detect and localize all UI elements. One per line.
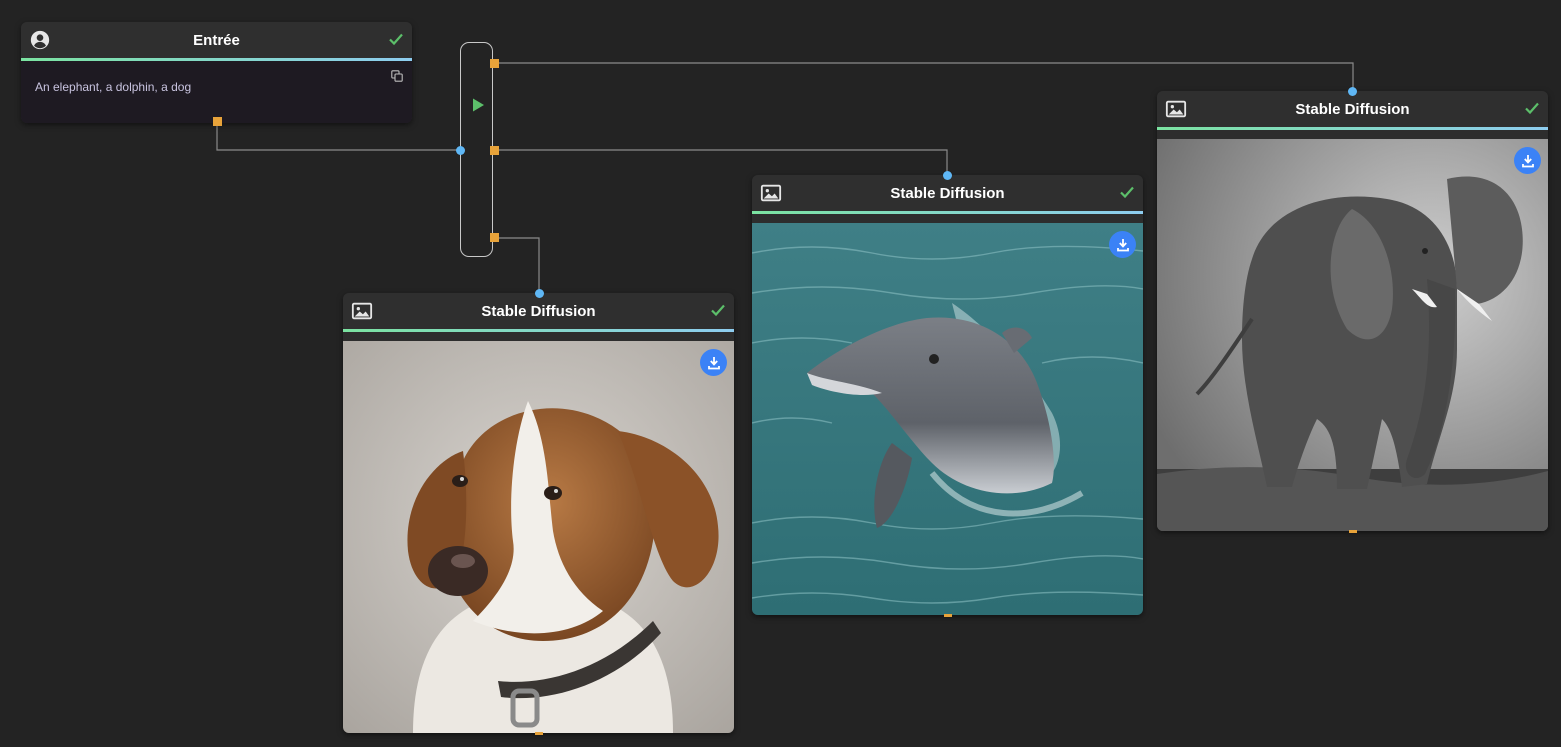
input-node-header[interactable]: Entrée xyxy=(21,22,412,61)
wire-input-to-splitter xyxy=(216,126,461,151)
generator-title: Stable Diffusion xyxy=(481,302,596,320)
generator-node-dolphin[interactable]: Stable Diffusion xyxy=(752,175,1143,615)
generator-title: Stable Diffusion xyxy=(890,184,1005,202)
dolphin-input-port[interactable] xyxy=(943,171,952,180)
input-output-port[interactable] xyxy=(213,117,222,126)
image-icon xyxy=(1165,100,1187,118)
check-icon xyxy=(389,33,403,46)
download-icon xyxy=(707,356,720,369)
dog-image xyxy=(343,341,734,733)
wire-splitter-to-elephant xyxy=(494,62,1354,91)
wire-splitter-to-dolphin xyxy=(494,149,948,175)
image-icon xyxy=(351,302,373,320)
generator-node-dog[interactable]: Stable Diffusion xyxy=(343,293,734,733)
generator-header[interactable]: Stable Diffusion xyxy=(343,293,734,332)
generator-header[interactable]: Stable Diffusion xyxy=(752,175,1143,214)
download-button[interactable] xyxy=(1109,231,1136,258)
generator-node-elephant[interactable]: Stable Diffusion xyxy=(1157,91,1548,531)
dog-input-port[interactable] xyxy=(535,289,544,298)
elephant-output-port[interactable] xyxy=(1349,530,1357,533)
play-icon[interactable] xyxy=(470,97,486,113)
generator-title: Stable Diffusion xyxy=(1295,100,1410,118)
prompt-text[interactable]: An elephant, a dolphin, a dog xyxy=(35,80,191,94)
download-button[interactable] xyxy=(700,349,727,376)
download-button[interactable] xyxy=(1514,147,1541,174)
check-icon xyxy=(1525,102,1539,115)
image-icon xyxy=(760,184,782,202)
wire-splitter-to-dog xyxy=(494,237,540,293)
dolphin-image xyxy=(752,223,1143,615)
generator-header[interactable]: Stable Diffusion xyxy=(1157,91,1548,130)
copy-icon[interactable] xyxy=(391,70,403,82)
check-icon xyxy=(1120,186,1134,199)
download-icon xyxy=(1116,238,1129,251)
dolphin-output-port[interactable] xyxy=(944,614,952,617)
input-node-title: Entrée xyxy=(193,31,240,49)
splitter-output-port-3[interactable] xyxy=(490,233,499,242)
elephant-input-port[interactable] xyxy=(1348,87,1357,96)
generated-image-elephant[interactable] xyxy=(1157,139,1548,531)
splitter-output-port-1[interactable] xyxy=(490,59,499,68)
input-node-body: An elephant, a dolphin, a dog xyxy=(21,61,412,123)
splitter-input-port[interactable] xyxy=(456,146,465,155)
input-node[interactable]: Entrée An elephant, a dolphin, a dog xyxy=(21,22,412,123)
elephant-image xyxy=(1157,139,1548,531)
dog-output-port[interactable] xyxy=(535,732,543,735)
user-circle-icon xyxy=(30,30,50,50)
generated-image-dolphin[interactable] xyxy=(752,223,1143,615)
download-icon xyxy=(1521,154,1534,167)
generated-image-dog[interactable] xyxy=(343,341,734,733)
splitter-output-port-2[interactable] xyxy=(490,146,499,155)
check-icon xyxy=(711,304,725,317)
